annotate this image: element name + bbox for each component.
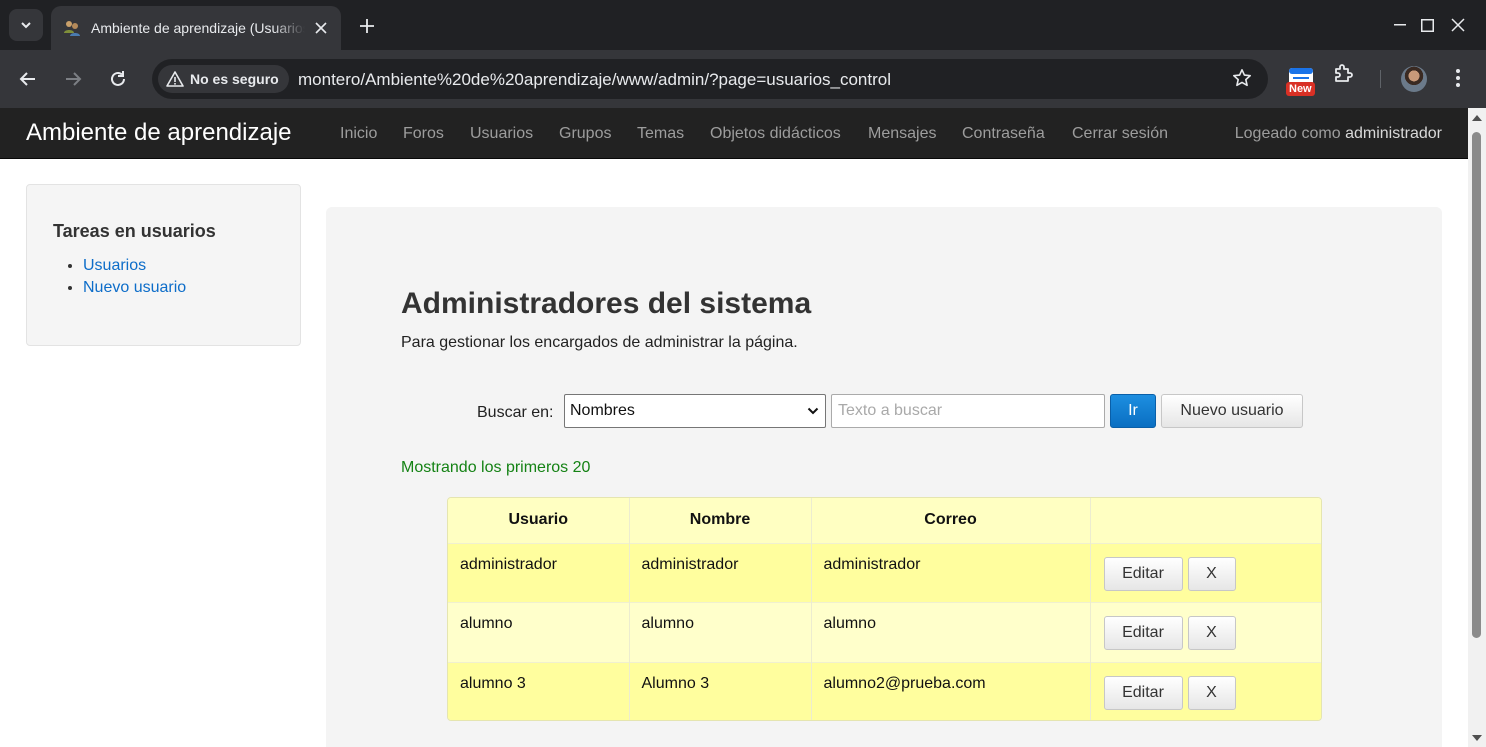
- column-header-nombre: Nombre: [629, 498, 812, 543]
- sidebar-link-usuarios[interactable]: Usuarios: [83, 257, 146, 274]
- scroll-up-arrow-icon[interactable]: [1472, 115, 1482, 121]
- tab-search-button[interactable]: [9, 9, 43, 41]
- search-go-button[interactable]: Ir: [1110, 394, 1156, 428]
- cell-usuario: administrador: [448, 542, 630, 603]
- cell-actions: Editar X: [1090, 542, 1321, 603]
- table-row: alumno 3 Alumno 3 alumno2@prueba.com Edi…: [448, 661, 1321, 720]
- table-row: administrador administrador administrado…: [448, 542, 1321, 603]
- users-table: Usuario Nombre Correo administrador admi…: [447, 497, 1322, 721]
- cell-nombre: alumno: [629, 602, 812, 662]
- logged-username: administrador: [1345, 125, 1442, 142]
- new-user-button[interactable]: Nuevo usuario: [1161, 394, 1303, 428]
- tab-title: Ambiente de aprendizaje (Usuarios): [91, 20, 305, 36]
- cell-actions: Editar X: [1090, 661, 1321, 720]
- sidebar-title: Tareas en usuarios: [53, 221, 216, 241]
- nav-link-objetos[interactable]: Objetos didácticos: [710, 125, 841, 143]
- scroll-thumb[interactable]: [1472, 132, 1481, 638]
- cell-nombre: Alumno 3: [629, 661, 812, 720]
- column-header-usuario: Usuario: [448, 498, 630, 543]
- bookmark-star-icon[interactable]: [1232, 68, 1252, 93]
- search-label: Buscar en:: [477, 404, 554, 421]
- search-input[interactable]: [831, 394, 1105, 428]
- nav-link-usuarios[interactable]: Usuarios: [470, 125, 533, 143]
- chevron-down-icon: [21, 22, 31, 29]
- search-select-value: Nombres: [570, 402, 635, 419]
- tab-close-icon[interactable]: [311, 18, 331, 38]
- back-button[interactable]: [12, 63, 44, 95]
- extensions-puzzle-icon[interactable]: [1332, 63, 1354, 85]
- main-panel: Administradores del sistema Para gestion…: [326, 207, 1442, 747]
- browser-tab[interactable]: Ambiente de aprendizaje (Usuarios): [51, 6, 341, 50]
- sidebar-link-nuevo-usuario[interactable]: Nuevo usuario: [83, 279, 186, 296]
- delete-button[interactable]: X: [1187, 556, 1236, 591]
- browser-toolbar: No es seguro montero/Ambiente%20de%20apr…: [0, 50, 1486, 108]
- column-header-correo: Correo: [811, 498, 1091, 543]
- delete-button[interactable]: X: [1187, 616, 1236, 650]
- security-label: No es seguro: [190, 71, 279, 87]
- cell-correo: alumno2@prueba.com: [811, 661, 1091, 720]
- url-text[interactable]: montero/Ambiente%20de%20aprendizaje/www/…: [298, 70, 891, 90]
- cell-correo: administrador: [811, 542, 1091, 603]
- site-navbar: Ambiente de aprendizaje Inicio Foros Usu…: [0, 108, 1468, 159]
- table-header-row: Usuario Nombre Correo: [448, 498, 1321, 543]
- site-brand[interactable]: Ambiente de aprendizaje: [26, 119, 292, 147]
- users-favicon-icon: [63, 19, 81, 37]
- toolbar-separator: [1380, 70, 1381, 88]
- arrow-left-icon: [19, 72, 35, 86]
- extension-button[interactable]: New: [1284, 65, 1318, 97]
- table-row: alumno alumno alumno Editar X: [448, 602, 1321, 662]
- warning-icon: [166, 71, 184, 87]
- browser-tabstrip: Ambiente de aprendizaje (Usuarios): [0, 0, 1486, 50]
- arrow-right-icon: [66, 72, 82, 86]
- cell-actions: Editar X: [1090, 602, 1321, 662]
- page-scrollbar[interactable]: [1468, 108, 1486, 747]
- nav-link-mensajes[interactable]: Mensajes: [868, 125, 936, 143]
- nav-link-temas[interactable]: Temas: [637, 125, 684, 143]
- cell-usuario: alumno: [448, 602, 630, 662]
- search-field-select[interactable]: Nombres: [564, 394, 826, 428]
- close-icon: [1451, 18, 1465, 32]
- reload-button[interactable]: [102, 63, 134, 95]
- nav-link-grupos[interactable]: Grupos: [559, 125, 611, 143]
- chevron-down-icon: [807, 407, 819, 415]
- forward-button[interactable]: [57, 63, 89, 95]
- result-info: Mostrando los primeros 20: [401, 459, 591, 476]
- nav-link-foros[interactable]: Foros: [403, 125, 444, 143]
- sidebar-item-nuevo-usuario: Nuevo usuario: [83, 277, 186, 299]
- column-header-acciones: [1090, 498, 1321, 543]
- extension-new-badge: New: [1286, 82, 1315, 96]
- page-subtitle: Para gestionar los encargados de adminis…: [401, 334, 798, 351]
- nav-link-cerrar-sesion[interactable]: Cerrar sesión: [1072, 125, 1168, 143]
- security-chip[interactable]: No es seguro: [158, 65, 289, 93]
- edit-button[interactable]: Editar: [1103, 616, 1183, 650]
- logged-in-status: Logeado como administrador: [1235, 125, 1442, 143]
- logged-prefix: Logeado como: [1234, 125, 1341, 142]
- scroll-down-arrow-icon[interactable]: [1472, 735, 1482, 741]
- profile-avatar[interactable]: [1401, 66, 1427, 92]
- address-bar[interactable]: No es seguro montero/Ambiente%20de%20apr…: [152, 59, 1268, 99]
- cell-nombre: administrador: [629, 542, 812, 603]
- edit-button[interactable]: Editar: [1103, 556, 1183, 591]
- cell-usuario: alumno 3: [448, 661, 630, 720]
- more-menu-icon[interactable]: [1448, 64, 1468, 92]
- sidebar-list: Usuarios Nuevo usuario: [83, 255, 186, 299]
- nav-link-contrasena[interactable]: Contraseña: [962, 125, 1045, 143]
- page-title: Administradores del sistema: [401, 287, 812, 320]
- sidebar-item-usuarios: Usuarios: [83, 255, 186, 277]
- new-tab-button[interactable]: [354, 13, 380, 39]
- plus-icon: [360, 19, 374, 33]
- delete-button[interactable]: X: [1187, 675, 1236, 710]
- edit-button[interactable]: Editar: [1103, 675, 1183, 710]
- close-window-button[interactable]: [1430, 0, 1486, 50]
- cell-correo: alumno: [811, 602, 1091, 662]
- nav-link-inicio[interactable]: Inicio: [340, 125, 377, 143]
- page-viewport: Ambiente de aprendizaje Inicio Foros Usu…: [0, 108, 1486, 747]
- sidebar-panel: Tareas en usuarios Usuarios Nuevo usuari…: [26, 184, 301, 346]
- reload-icon: [111, 71, 125, 86]
